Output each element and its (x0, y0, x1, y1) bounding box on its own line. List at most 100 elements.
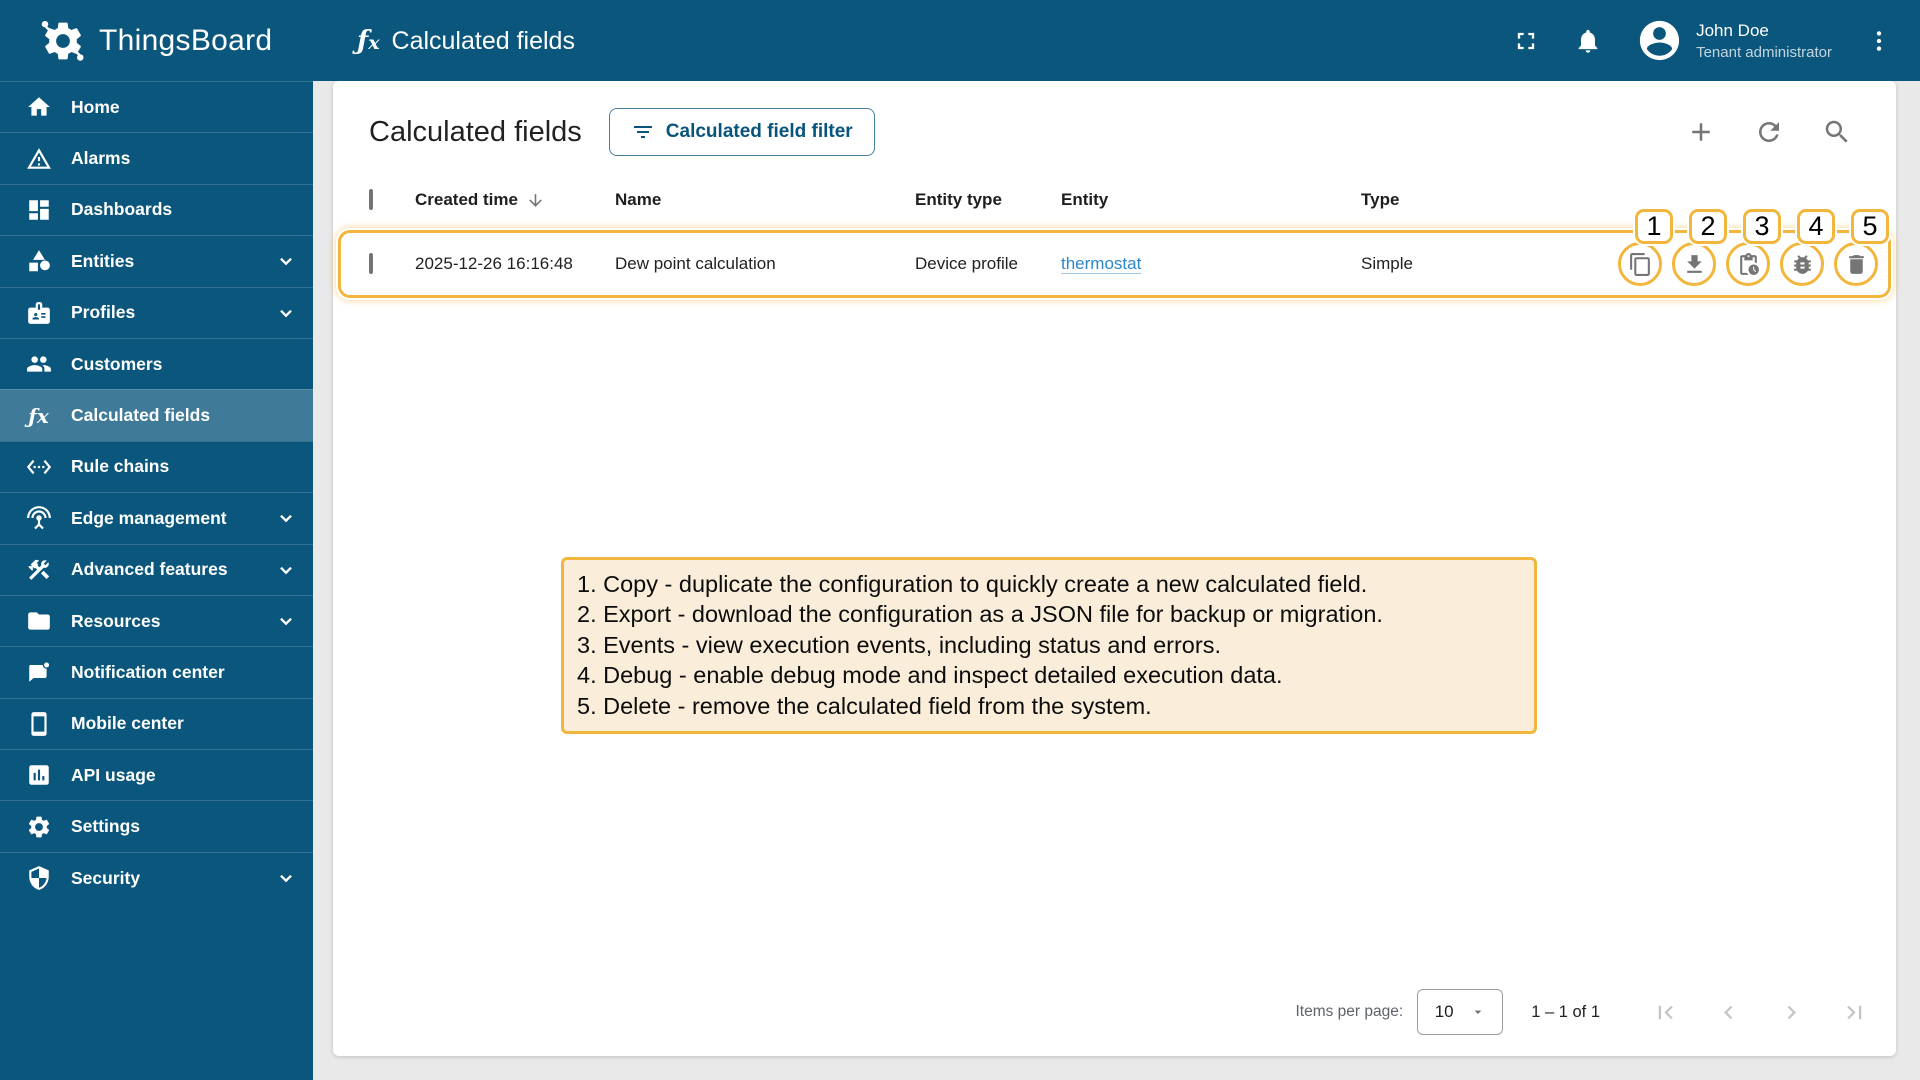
sidebar-item-profiles[interactable]: Profiles (0, 286, 313, 338)
user-name: John Doe (1696, 20, 1769, 40)
next-page-button[interactable] (1778, 999, 1805, 1026)
column-name[interactable]: Name (615, 190, 915, 210)
folder-icon (25, 608, 52, 635)
fx-icon: ƒx (28, 403, 49, 428)
sidebar-nav: Home Alarms Dashboards Entities Profiles… (0, 81, 313, 1080)
cell-type: Simple (1361, 254, 1413, 273)
shield-icon (25, 865, 52, 892)
annotation-badge-2: 2 (1689, 209, 1727, 244)
sidebar-item-entities[interactable]: Entities (0, 235, 313, 286)
thingsboard-logo-icon (40, 18, 86, 64)
chevron-down-icon (275, 867, 297, 889)
sidebar-item-api-usage[interactable]: API usage (0, 749, 313, 800)
chevron-down-icon (275, 610, 297, 632)
refresh-button[interactable] (1754, 117, 1784, 147)
sidebar-item-notification-center[interactable]: Notification center (0, 646, 313, 697)
kebab-menu-icon (1866, 28, 1892, 54)
fullscreen-button[interactable] (1512, 27, 1540, 55)
sidebar-item-security[interactable]: Security (0, 851, 313, 903)
bar-chart-icon (25, 762, 52, 789)
antenna-icon (25, 505, 52, 532)
user-menu[interactable]: John Doe Tenant administrator (1636, 17, 1832, 64)
warning-icon (25, 145, 52, 172)
cell-entity-type: Device profile (915, 254, 1018, 273)
export-button[interactable]: 2 (1672, 209, 1727, 286)
panel-title: Calculated fields (369, 115, 582, 148)
last-page-button[interactable] (1841, 999, 1868, 1026)
sidebar-item-mobile-center[interactable]: Mobile center (0, 697, 313, 749)
annotation-badge-4: 4 (1797, 209, 1835, 244)
sidebar-item-alarms[interactable]: Alarms (0, 132, 313, 183)
column-entity-type[interactable]: Entity type (915, 190, 1061, 210)
search-button[interactable] (1822, 117, 1852, 147)
sidebar-item-home[interactable]: Home (0, 81, 313, 132)
more-menu-button[interactable] (1866, 28, 1892, 54)
column-entity[interactable]: Entity (1061, 190, 1361, 210)
sidebar-item-customers[interactable]: Customers (0, 337, 313, 389)
top-header-bar: ThingsBoard ƒx Calculated fields John Do… (0, 0, 1920, 81)
user-role: Tenant administrator (1696, 43, 1832, 61)
sort-desc-icon (526, 191, 545, 210)
paginator-range: 1 – 1 of 1 (1531, 1002, 1600, 1021)
paginator: Items per page: 10 1 – 1 of 1 (333, 968, 1896, 1056)
gear-icon (25, 813, 52, 840)
home-icon (25, 94, 52, 121)
annotation-note-line: 4. Debug - enable debug mode and inspect… (577, 662, 1283, 689)
table-row[interactable]: 2025-12-26 16:16:48 Dew point calculatio… (338, 209, 1891, 298)
sidebar-item-rule-chains[interactable]: Rule chains (0, 440, 313, 492)
app-logo[interactable]: ThingsBoard (0, 18, 313, 64)
select-all-checkbox[interactable] (369, 189, 373, 210)
entities-icon (25, 248, 52, 275)
chevron-down-icon (275, 559, 297, 581)
chevron-down-icon (275, 302, 297, 324)
annotation-badge-5: 5 (1851, 209, 1889, 244)
row-checkbox[interactable] (369, 253, 373, 274)
add-button[interactable] (1686, 117, 1716, 147)
tools-icon (25, 556, 52, 583)
brand-name: ThingsBoard (99, 23, 273, 57)
page-size-select[interactable]: 10 (1417, 989, 1504, 1035)
id-badge-icon (25, 299, 52, 326)
notifications-button[interactable] (1574, 27, 1602, 55)
annotation-note-line: 2. Export - download the configuration a… (577, 601, 1383, 628)
row-actions: 1 2 3 4 5 (1618, 209, 1889, 286)
copy-icon (1628, 252, 1653, 277)
bell-icon (1574, 27, 1602, 55)
sidebar-item-dashboards[interactable]: Dashboards (0, 183, 313, 235)
calculated-fields-panel: Calculated fields Calculated field filte… (333, 81, 1896, 1056)
debug-button[interactable]: 4 (1780, 209, 1835, 286)
search-icon (1822, 117, 1852, 147)
copy-button[interactable]: 1 (1618, 209, 1673, 286)
sidebar-item-advanced-features[interactable]: Advanced features (0, 543, 313, 595)
chevron-down-icon (275, 250, 297, 272)
first-page-button[interactable] (1652, 999, 1679, 1026)
column-type[interactable]: Type (1361, 190, 1607, 210)
column-created-time[interactable]: Created time (415, 190, 615, 210)
entity-link[interactable]: thermostat (1061, 254, 1142, 274)
page-title: ƒx Calculated fields (357, 25, 575, 56)
items-per-page-label: Items per page: (1295, 1003, 1404, 1020)
dashboards-icon (25, 196, 52, 223)
calculated-field-filter-button[interactable]: Calculated field filter (608, 108, 875, 156)
annotation-note-box: 1. Copy - duplicate the configuration to… (561, 557, 1537, 735)
fullscreen-icon (1512, 27, 1540, 55)
events-icon (1736, 252, 1761, 277)
previous-page-button[interactable] (1715, 999, 1742, 1026)
sidebar-item-calculated-fields[interactable]: ƒx Calculated fields (0, 389, 313, 441)
avatar (1636, 17, 1683, 64)
sidebar-item-settings[interactable]: Settings (0, 800, 313, 851)
cell-created-time: 2025-12-26 16:16:48 (415, 254, 573, 273)
events-button[interactable]: 3 (1726, 209, 1781, 286)
annotation-badge-3: 3 (1743, 209, 1781, 244)
sidebar-item-resources[interactable]: Resources (0, 594, 313, 646)
delete-button[interactable]: 5 (1834, 209, 1889, 286)
sidebar-item-edge-management[interactable]: Edge management (0, 492, 313, 543)
rule-chain-icon (25, 453, 52, 480)
select-arrow-icon (1470, 1004, 1486, 1020)
bug-icon (1790, 252, 1815, 277)
annotation-badge-1: 1 (1635, 209, 1673, 244)
download-icon (1682, 252, 1707, 277)
people-icon (25, 351, 52, 378)
fx-icon: ƒx (357, 25, 380, 56)
annotation-note-line: 5. Delete - remove the calculated field … (577, 692, 1152, 719)
